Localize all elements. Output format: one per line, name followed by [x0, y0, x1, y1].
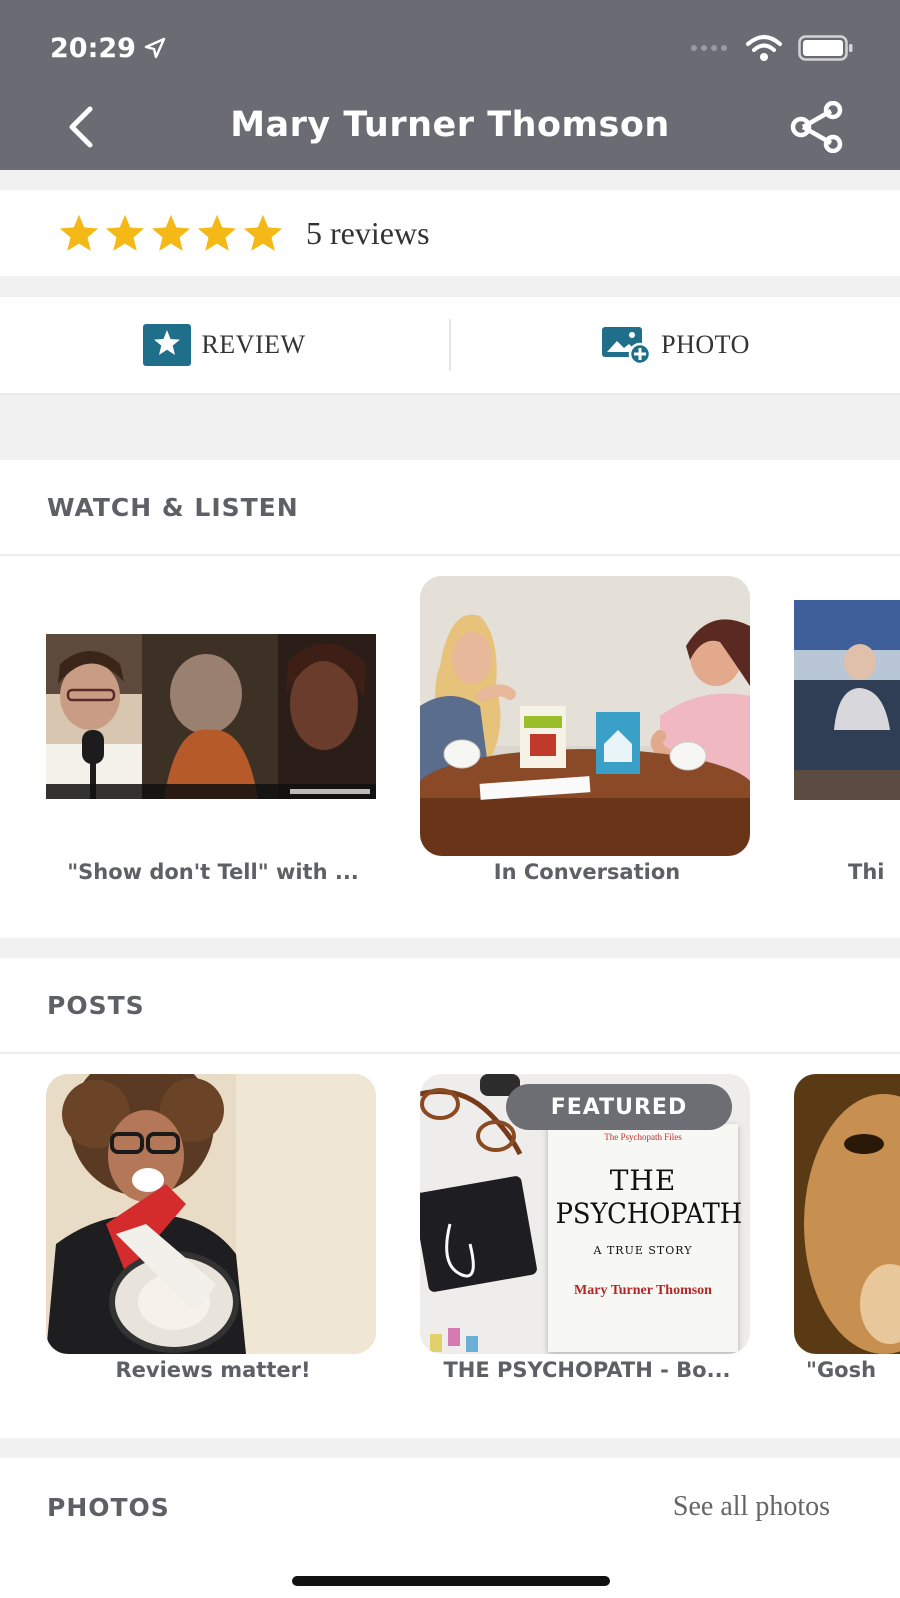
book-title-line1: THE	[609, 1164, 677, 1197]
share-icon[interactable]	[789, 101, 845, 153]
post-caption: THE PSYCHOPATH - Bo...	[443, 1358, 731, 1382]
video-caption: In Conversation	[493, 860, 681, 884]
star-icon	[59, 214, 99, 251]
watch-listen-section: WATCH & LISTEN "Show don't Tell" with ..…	[0, 460, 900, 938]
video-card[interactable]: "Show don't Tell" with ...	[46, 556, 380, 936]
post-thumbnail	[794, 1074, 900, 1354]
battery-icon	[798, 35, 853, 61]
section-title: WATCH & LISTEN	[47, 492, 299, 522]
featured-badge: FEATURED	[506, 1084, 732, 1130]
posts-carousel[interactable]: Reviews matter! The Psychopath Files THE…	[0, 1054, 900, 1434]
review-label: REVIEW	[201, 330, 306, 359]
video-thumbnail	[46, 634, 376, 799]
star-icon	[151, 214, 191, 251]
section-header: WATCH & LISTEN	[0, 460, 900, 556]
section-title: POSTS	[47, 990, 145, 1020]
see-all-photos-link[interactable]: See all photos	[673, 1491, 830, 1523]
section-header: POSTS	[0, 958, 900, 1054]
status-bar: 20:29	[50, 28, 854, 68]
wifi-icon	[746, 35, 782, 61]
video-card[interactable]: Thi	[794, 556, 900, 936]
video-thumbnail	[794, 600, 900, 800]
post-thumbnail	[46, 1074, 376, 1354]
video-card[interactable]: In Conversation	[420, 556, 754, 936]
review-star-icon	[143, 324, 192, 366]
book-cover: The Psychopath Files THE PSYCHOPATH A TR…	[548, 1124, 743, 1352]
page-title: Mary Turner Thomson	[230, 105, 670, 145]
star-icon	[105, 214, 145, 251]
star-rating	[58, 213, 284, 253]
location-arrow-icon	[144, 37, 166, 59]
star-icon	[197, 214, 237, 251]
book-kicker: The Psychopath Files	[604, 1132, 682, 1142]
post-card[interactable]: "Gosh	[794, 1054, 900, 1434]
action-bar: REVIEW PHOTO	[0, 297, 900, 395]
book-subtitle: A TRUE STORY	[593, 1244, 693, 1257]
posts-section: POSTS Reviews matter! The Psychopath Fil…	[0, 958, 900, 1438]
section-title: PHOTOS	[47, 1492, 170, 1522]
video-thumbnail	[420, 576, 750, 856]
video-caption: Thi	[848, 860, 885, 884]
photo-label: PHOTO	[661, 330, 750, 359]
post-card-featured[interactable]: The Psychopath Files THE PSYCHOPATH A TR…	[420, 1054, 754, 1434]
cellular-signal-icon	[691, 45, 727, 51]
book-author: Mary Turner Thomson	[574, 1283, 712, 1298]
add-photo-button[interactable]: PHOTO	[451, 297, 900, 393]
star-icon	[243, 214, 283, 251]
home-indicator[interactable]	[292, 1576, 610, 1586]
section-header: PHOTOS See all photos	[0, 1458, 900, 1556]
review-count[interactable]: 5 reviews	[306, 215, 430, 252]
clock-text: 20:29	[50, 32, 136, 64]
status-icons	[690, 34, 854, 62]
post-card[interactable]: Reviews matter!	[46, 1054, 380, 1434]
write-review-button[interactable]: REVIEW	[0, 297, 449, 393]
book-title-line2: PSYCHOPATH	[555, 1197, 743, 1230]
status-time: 20:29	[50, 33, 166, 64]
post-caption: Reviews matter!	[115, 1358, 311, 1382]
app-header: 20:29 Mary Turner Thomson	[0, 0, 900, 170]
post-thumbnail: The Psychopath Files THE PSYCHOPATH A TR…	[420, 1074, 750, 1354]
nav-bar: Mary Turner Thomson	[0, 95, 900, 165]
rating-summary[interactable]: 5 reviews	[0, 190, 900, 276]
post-caption: "Gosh	[806, 1358, 877, 1382]
back-chevron-icon[interactable]	[60, 103, 108, 151]
add-photo-icon	[602, 327, 652, 365]
video-carousel[interactable]: "Show don't Tell" with ... In Conversati…	[0, 556, 900, 936]
video-caption: "Show don't Tell" with ...	[67, 860, 359, 884]
